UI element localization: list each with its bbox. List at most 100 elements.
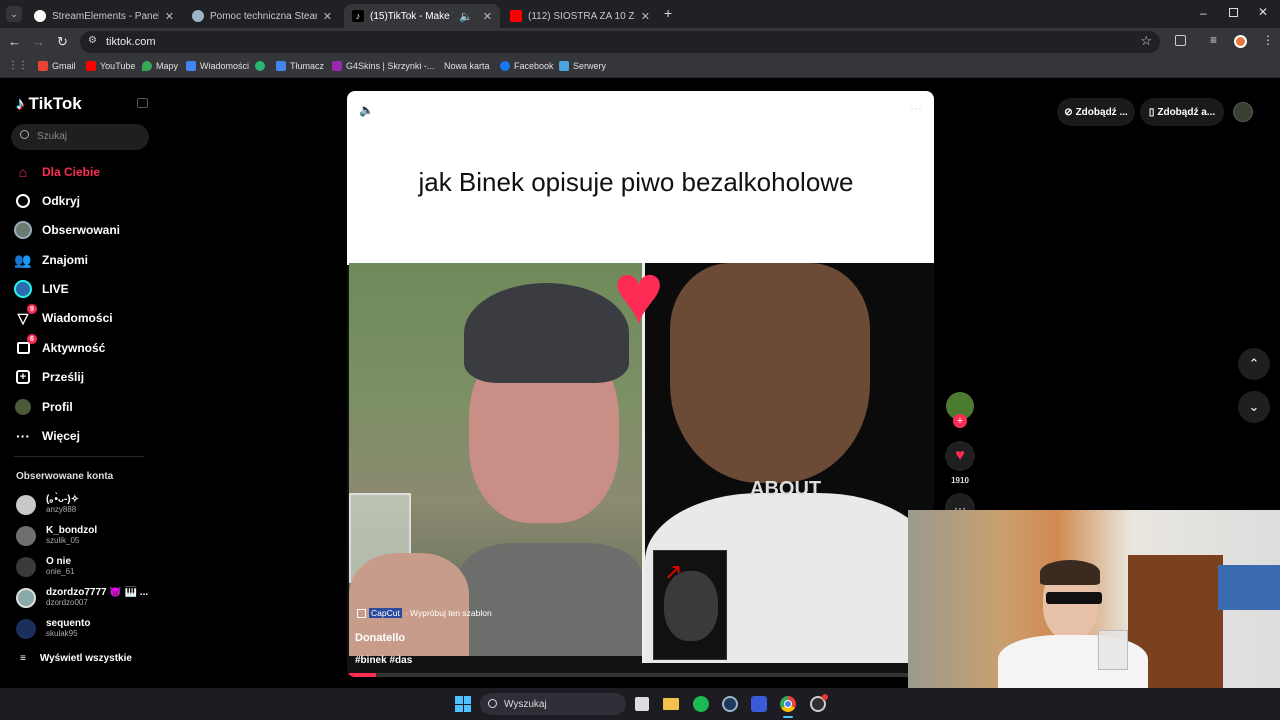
- followed-account[interactable]: sequento skulak95: [16, 618, 90, 639]
- taskbar: Wyszukaj: [0, 688, 1280, 720]
- activity-icon: 6: [14, 334, 37, 357]
- followed-account[interactable]: dzordzo7777 😈 🎹 ... dzordzo007: [16, 587, 148, 608]
- bookmark-item[interactable]: Wiadomości: [186, 61, 249, 71]
- bookmark-item[interactable]: G4Skins | Skrzynki -...: [332, 61, 434, 71]
- bookmark-item[interactable]: Mapy: [142, 61, 178, 71]
- tab-search-button[interactable]: ⌄: [6, 6, 22, 22]
- next-video-button[interactable]: ⌄: [1238, 391, 1270, 423]
- volume-icon[interactable]: 🔈: [359, 103, 374, 117]
- nav-activity[interactable]: 6 Aktywność: [14, 334, 105, 357]
- close-window-button[interactable]: ✕: [1258, 5, 1268, 19]
- nav-messages[interactable]: ▽ 9 Wiadomości: [14, 304, 113, 327]
- taskbar-search[interactable]: Wyszukaj: [480, 693, 626, 715]
- browser-tab[interactable]: (112) SIOSTRA ZA 10 ZŁ VS SIO ✕: [502, 4, 658, 28]
- spotify-icon[interactable]: [693, 696, 709, 712]
- account-handle: anzy888: [46, 505, 77, 514]
- chrome-icon[interactable]: [780, 696, 796, 712]
- apps-icon[interactable]: ⋮⋮: [8, 60, 28, 71]
- nav-for-you[interactable]: ⌂ Dla Ciebie: [14, 163, 100, 181]
- bookmark-item[interactable]: [255, 61, 265, 71]
- tab-strip: ⌄ StreamElements - Panel kontrol ✕ Pomoc…: [0, 0, 1280, 28]
- sunglasses: [1046, 592, 1102, 604]
- reload-button[interactable]: ↻: [57, 34, 68, 50]
- nav-upload[interactable]: + Prześlij: [14, 368, 84, 386]
- maximize-button[interactable]: [1229, 8, 1238, 17]
- minimize-button[interactable]: –: [1200, 6, 1207, 20]
- video-frame-left: [349, 263, 642, 656]
- account-handle: onie_61: [46, 567, 75, 576]
- menu-icon[interactable]: ⋮: [1262, 33, 1274, 47]
- video-hashtags[interactable]: #binek #das: [355, 655, 412, 666]
- close-tab-icon[interactable]: ✕: [165, 10, 174, 23]
- nav-friends[interactable]: 👥 Znajomi: [14, 251, 88, 269]
- windows-start-icon[interactable]: [455, 696, 471, 712]
- site-info-icon[interactable]: ⚙: [88, 35, 97, 46]
- close-tab-icon[interactable]: ✕: [323, 10, 332, 23]
- nav-live[interactable]: LIVE: [14, 280, 69, 298]
- new-tab-button[interactable]: +: [664, 5, 672, 21]
- phone-icon: ▯: [1148, 106, 1155, 118]
- browser-tab[interactable]: StreamElements - Panel kontrol ✕: [26, 4, 182, 28]
- nav-label: LIVE: [42, 282, 69, 296]
- more-options-icon[interactable]: ···: [910, 101, 922, 115]
- compass-icon: [14, 192, 32, 210]
- show-all-link[interactable]: ≡ Wyświetl wszystkie: [20, 653, 132, 664]
- nav-following[interactable]: Obserwowani: [14, 221, 120, 239]
- tiktok-favicon-icon: ♪: [352, 10, 364, 22]
- close-tab-icon[interactable]: ✕: [641, 10, 650, 23]
- browser-tab[interactable]: Pomoc techniczna Steam - Nie ✕: [184, 4, 340, 28]
- inset-image: ↗: [653, 550, 727, 660]
- speaker-icon[interactable]: 🔈: [459, 10, 473, 23]
- capcut-tag[interactable]: CapCut · Wypróbuj ten szablon: [357, 608, 492, 618]
- get-coins-button[interactable]: ⊘ Zdobądź ...: [1057, 98, 1135, 126]
- user-avatar[interactable]: [1233, 102, 1253, 122]
- forward-button[interactable]: →: [32, 34, 45, 49]
- account-handle: szulik_05: [46, 536, 80, 545]
- video-player[interactable]: 🔈 ··· jak Binek opisuje piwo bezalkoholo…: [347, 91, 934, 677]
- bookmark-item[interactable]: Serwery: [559, 61, 606, 71]
- like-button[interactable]: ♥: [945, 441, 975, 471]
- bookmark-item[interactable]: Tłumacz: [276, 61, 324, 71]
- bookmark-item[interactable]: Gmail: [38, 61, 76, 71]
- follow-plus-button[interactable]: +: [953, 414, 967, 428]
- profile-avatar[interactable]: [1234, 35, 1247, 48]
- search-icon: [488, 699, 497, 708]
- nav-more[interactable]: ··· Więcej: [14, 427, 80, 445]
- nav-profile[interactable]: Profil: [14, 398, 73, 416]
- tab-title: (112) SIOSTRA ZA 10 ZŁ VS SIO: [528, 10, 635, 22]
- bookmark-item[interactable]: Facebook: [500, 61, 554, 71]
- bookmark-item[interactable]: Nowa karta: [436, 61, 490, 71]
- media-control-icon[interactable]: ≡: [1210, 33, 1217, 47]
- app-icon[interactable]: [751, 696, 767, 712]
- followed-account[interactable]: O nie onie_61: [16, 556, 74, 577]
- get-app-button[interactable]: ▯ Zdobądź a...: [1140, 98, 1224, 126]
- browser-tab-active[interactable]: ♪ (15)TikTok - Make Your Day 🔈 ✕: [344, 4, 500, 28]
- show-all-label: Wyświetl wszystkie: [39, 653, 132, 664]
- tiktok-logo[interactable]: ♪ TikTok: [16, 94, 82, 114]
- nav-label: Prześlij: [42, 370, 85, 384]
- page-icon: [436, 61, 440, 71]
- bookmark-star-icon[interactable]: ☆: [1140, 33, 1152, 49]
- extensions-icon[interactable]: [1175, 35, 1186, 46]
- close-tab-icon[interactable]: ✕: [483, 10, 492, 23]
- profile-icon: [14, 398, 32, 416]
- progress-bar[interactable]: [347, 673, 934, 677]
- followed-account[interactable]: K_bondzol szulik_05: [16, 525, 97, 546]
- previous-video-button[interactable]: ⌃: [1238, 348, 1270, 380]
- back-button[interactable]: ←: [8, 34, 21, 49]
- button-label: Zdobądź ...: [1075, 106, 1128, 118]
- nav-explore[interactable]: Odkryj: [14, 192, 80, 210]
- bookmark-item[interactable]: YouTube: [86, 61, 135, 71]
- calendar-app-icon[interactable]: [635, 697, 649, 711]
- followed-account[interactable]: (｡•̀ᴗ-)✧ anzy888: [16, 494, 79, 515]
- file-explorer-icon[interactable]: [663, 698, 679, 710]
- address-bar[interactable]: ⚙ tiktok.com ☆: [80, 31, 1160, 53]
- collapse-sidebar-icon[interactable]: [137, 98, 148, 108]
- youtube-favicon-icon: [510, 10, 522, 22]
- steam-icon: [192, 10, 204, 22]
- search-box[interactable]: Szukaj: [11, 124, 149, 150]
- steam-icon[interactable]: [722, 696, 738, 712]
- bookmark-label: Serwery: [573, 61, 607, 71]
- youtube-icon: [86, 61, 96, 71]
- video-author[interactable]: Donatello: [355, 632, 405, 644]
